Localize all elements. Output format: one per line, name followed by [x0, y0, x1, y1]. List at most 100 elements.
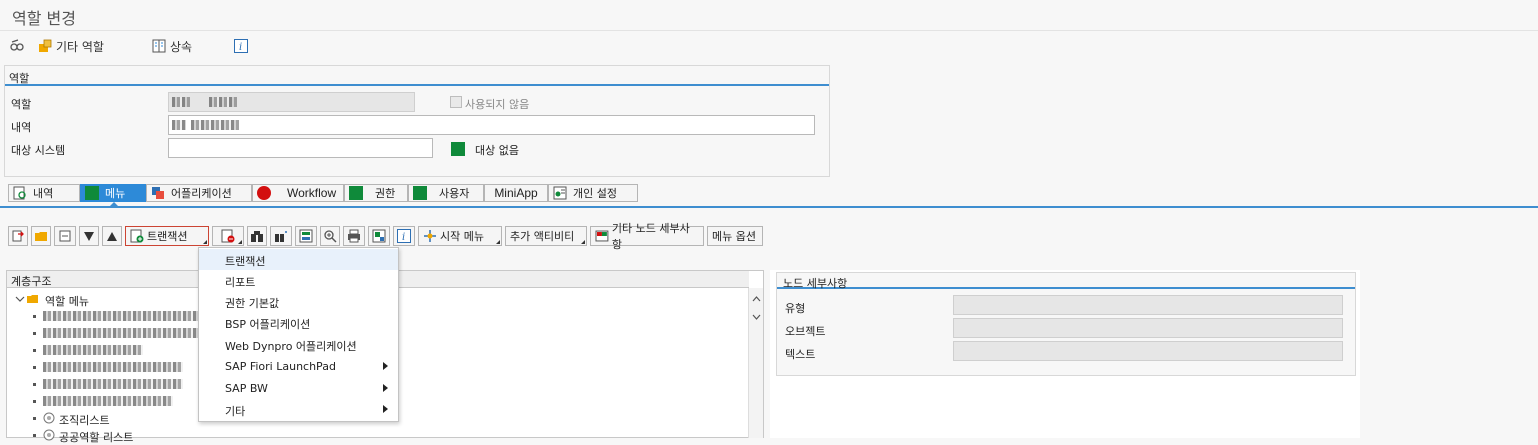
delete-node-icon [221, 229, 235, 243]
find-next-button[interactable] [270, 226, 292, 246]
delete-node-button[interactable] [212, 226, 244, 246]
role-label: 역할 [11, 98, 32, 111]
tab-miniapp[interactable]: MiniApp [484, 184, 548, 202]
application-icon [152, 187, 164, 199]
binoculars-icon [251, 231, 263, 242]
export-icon [372, 229, 386, 243]
tab-menu[interactable]: 메뉴 [80, 184, 146, 202]
menu-item-label: 리포트 [225, 276, 256, 289]
menu-item-label: SAP Fiori LaunchPad [225, 360, 336, 373]
tree-item-common-list[interactable]: 공공역할 리스트 [7, 427, 749, 444]
expand-collapse-button[interactable] [295, 226, 317, 246]
transaction-button[interactable]: 트랜잭션 [125, 226, 209, 246]
type-label: 유형 [785, 302, 806, 315]
menu-item-sap-bw[interactable]: SAP BW [199, 378, 398, 399]
copy-menu-button[interactable] [8, 226, 28, 246]
bullet [33, 315, 36, 318]
tab-workflow[interactable]: Workflow [252, 184, 344, 202]
redacted-text [43, 362, 183, 372]
menu-options-button[interactable]: 메뉴 옵션 [707, 226, 763, 246]
object-field[interactable] [953, 318, 1343, 338]
type-field[interactable] [953, 295, 1343, 315]
dropdown-caret-icon [496, 240, 500, 244]
description-field[interactable] [168, 115, 815, 135]
menu-item-label: 권한 기본값 [225, 297, 280, 310]
vertical-scrollbar[interactable] [748, 288, 763, 438]
other-role-button[interactable]: 기타 역할 [38, 37, 104, 55]
tab-label: 어플리케이션 [171, 187, 232, 200]
more-activities-label: 추가 액티비티 [510, 230, 575, 243]
report-icon [43, 412, 55, 424]
tree-item-label: 조직리스트 [59, 414, 110, 427]
text-field[interactable] [953, 341, 1343, 361]
role-frame: 역할 역할 사용되지 않음 내역 대상 시스템 대상 없음 [4, 65, 830, 177]
more-activities-button[interactable]: 추가 액티비티 [505, 226, 587, 246]
info-button[interactable]: i [234, 37, 248, 55]
chevron-down-icon[interactable] [749, 310, 764, 324]
find-button[interactable] [247, 226, 267, 246]
text-label: 텍스트 [785, 348, 816, 361]
move-node-button[interactable] [54, 226, 76, 246]
bullet [33, 417, 36, 420]
tab-application[interactable]: 어플리케이션 [146, 184, 252, 202]
display-change-button[interactable] [10, 37, 24, 55]
menu-item-web-dynpro[interactable]: Web Dynpro 어플리케이션 [199, 334, 398, 355]
move-up-button[interactable] [102, 226, 122, 246]
menu-item-label: 트랜잭션 [225, 255, 266, 268]
redacted-text [209, 97, 237, 107]
zoom-button[interactable] [320, 226, 340, 246]
start-menu-icon [424, 230, 436, 242]
tab-users[interactable]: 사용자 [408, 184, 484, 202]
menu-item-label: 기타 [225, 405, 246, 418]
menu-item-transaction[interactable]: 트랜잭션 [199, 249, 398, 270]
description-label: 내역 [11, 121, 32, 134]
folder-icon [35, 232, 47, 241]
export-button[interactable] [368, 226, 390, 246]
printer-icon [348, 229, 360, 243]
folder-button[interactable] [31, 226, 51, 246]
dropdown-caret-icon [581, 240, 585, 244]
redacted-text [43, 311, 213, 321]
chevron-up-icon[interactable] [749, 292, 764, 306]
menu-item-fiori-launchpad[interactable]: SAP Fiori LaunchPad [199, 356, 398, 377]
role-field[interactable] [168, 92, 415, 112]
glasses-pencil-icon [10, 39, 24, 51]
menu-item-bsp-app[interactable]: BSP 어플리케이션 [199, 312, 398, 333]
target-system-field[interactable] [168, 138, 433, 158]
start-menu-button[interactable]: 시작 메뉴 [418, 226, 502, 246]
unused-label: 사용되지 않음 [465, 98, 530, 111]
redacted-text [43, 396, 173, 406]
green-status-icon [413, 186, 427, 200]
other-node-details-button[interactable]: 기타 노드 세부사항 [590, 222, 704, 251]
submenu-arrow-icon [383, 362, 388, 370]
inherit-button[interactable]: 상속 [152, 37, 192, 55]
tab-description[interactable]: 내역 [8, 184, 80, 202]
description-icon [13, 186, 26, 200]
tab-authorization[interactable]: 권한 [344, 184, 408, 202]
documentation-button[interactable]: i [393, 226, 415, 246]
menu-item-report[interactable]: 리포트 [199, 270, 398, 291]
info-icon: i [234, 39, 248, 53]
redacted-text [43, 345, 143, 355]
tab-personalization[interactable]: 개인 설정 [548, 184, 638, 202]
unused-checkbox[interactable] [450, 96, 462, 108]
move-down-button[interactable] [79, 226, 99, 246]
report-icon [43, 429, 55, 441]
binoculars-next-icon [275, 231, 287, 242]
menu-item-other[interactable]: 기타 [199, 399, 398, 420]
chevron-down-icon[interactable] [15, 294, 25, 304]
bullet [33, 400, 36, 403]
active-tab-indicator [110, 202, 118, 206]
other-role-label: 기타 역할 [56, 39, 104, 54]
redacted-text [172, 97, 190, 107]
bullet [33, 366, 36, 369]
toolbar-background [1374, 226, 1538, 266]
main-toolbar: 기타 역할 상속 i [0, 30, 1538, 60]
tab-label: Workflow [287, 186, 337, 200]
role-icon [39, 39, 52, 52]
transaction-label: 트랜잭션 [147, 230, 188, 243]
menu-item-auth-default[interactable]: 권한 기본값 [199, 291, 398, 312]
print-button[interactable] [343, 226, 365, 246]
menu-options-label: 메뉴 옵션 [712, 230, 756, 243]
tree-root-label: 역할 메뉴 [45, 295, 89, 308]
